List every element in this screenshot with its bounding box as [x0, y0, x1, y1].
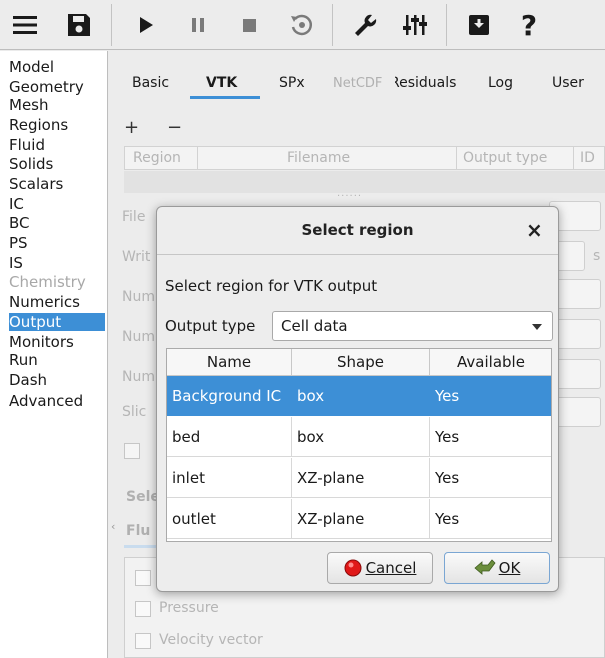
- write-interval-label: Writ: [122, 249, 151, 265]
- active-tab-indicator: [190, 96, 260, 99]
- nav-item-mesh[interactable]: Mesh: [9, 96, 105, 114]
- cancel-button[interactable]: Cancel: [327, 552, 433, 584]
- subtab-fluid[interactable]: Flu: [126, 523, 150, 539]
- nav-item-dash[interactable]: Dash: [9, 371, 105, 389]
- cell-available: Yes: [430, 376, 551, 416]
- nav-item-ps[interactable]: PS: [9, 234, 105, 252]
- svg-text:?: ?: [521, 10, 537, 40]
- cell-available: Yes: [430, 499, 551, 539]
- cell-name: bed: [167, 417, 292, 457]
- velocity-vector-label: Velocity vector: [159, 632, 263, 648]
- header-region: Region: [133, 150, 181, 166]
- column-header-available[interactable]: Available: [430, 349, 551, 376]
- checkbox-top[interactable]: [135, 570, 151, 586]
- dialog-titlebar[interactable]: Select region ×: [157, 207, 558, 255]
- tab-netcdf: NetCDF: [333, 76, 383, 91]
- stop-icon[interactable]: [232, 8, 266, 42]
- output-table-body: [124, 171, 605, 193]
- output-type-select[interactable]: Cell data: [272, 311, 553, 341]
- nav-item-solids[interactable]: Solids: [9, 155, 105, 173]
- pause-icon[interactable]: [181, 8, 215, 42]
- tab-residuals[interactable]: Residuals: [395, 75, 456, 91]
- column-header-shape[interactable]: Shape: [292, 349, 430, 376]
- select-section-label: Sele: [126, 489, 160, 505]
- nav-item-model[interactable]: Model: [9, 58, 105, 76]
- menu-icon[interactable]: [8, 8, 42, 42]
- nav-item-bc[interactable]: BC: [9, 214, 105, 232]
- help-icon[interactable]: ?: [512, 8, 546, 42]
- nav-item-numerics[interactable]: Numerics: [9, 293, 105, 311]
- wrench-icon[interactable]: [348, 8, 382, 42]
- chevron-down-icon: [532, 324, 542, 330]
- select-region-dialog: Select region × Select region for VTK ou…: [156, 206, 559, 592]
- num-label-1: Num: [122, 289, 155, 305]
- nav-item-fluid[interactable]: Fluid: [9, 136, 105, 154]
- cell-name: inlet: [167, 458, 292, 498]
- nav-item-regions[interactable]: Regions: [9, 116, 105, 134]
- nav-item-chemistry: Chemistry: [9, 273, 86, 291]
- cell-shape: XZ-plane: [292, 499, 430, 539]
- velocity-vector-checkbox[interactable]: [135, 633, 151, 649]
- nav-item-output[interactable]: Output: [9, 313, 105, 331]
- column-header-name[interactable]: Name: [167, 349, 292, 376]
- reset-icon[interactable]: [284, 8, 318, 42]
- cell-shape: box: [292, 376, 430, 416]
- cell-shape: XZ-plane: [292, 458, 430, 498]
- output-type-value: Cell data: [281, 317, 348, 335]
- scroll-left-icon[interactable]: ‹: [111, 520, 115, 533]
- nav-item-advanced[interactable]: Advanced: [9, 392, 105, 410]
- archive-icon[interactable]: [462, 8, 496, 42]
- background-checkbox[interactable]: [124, 443, 140, 459]
- cell-name: outlet: [167, 499, 292, 539]
- output-table-header: Region Filename Output type ID: [124, 146, 605, 170]
- tab-basic[interactable]: Basic: [132, 75, 169, 91]
- output-type-label: Output type: [165, 317, 256, 335]
- cell-shape: box: [292, 417, 430, 457]
- nav-item-ic[interactable]: IC: [9, 195, 105, 213]
- tab-spx[interactable]: SPx: [279, 75, 305, 91]
- tab-log[interactable]: Log: [488, 75, 513, 91]
- cell-name: Background IC: [167, 376, 292, 416]
- navigation-sidebar: Model Geometry Mesh Regions Fluid Solids…: [0, 51, 108, 658]
- cancel-label: Cancel: [365, 559, 417, 577]
- pressure-checkbox[interactable]: [135, 601, 151, 617]
- num-label-2: Num: [122, 329, 155, 345]
- sliders-icon[interactable]: [398, 8, 432, 42]
- ok-icon: [474, 559, 496, 575]
- region-table: Name Shape Available Background IC box Y…: [166, 348, 552, 542]
- cell-available: Yes: [430, 417, 551, 457]
- slice-label: Slic: [122, 404, 147, 420]
- tab-vtk[interactable]: VTK: [206, 75, 237, 91]
- splitter-handle[interactable]: ......: [337, 188, 362, 199]
- ok-button[interactable]: OK: [444, 552, 550, 584]
- tab-user[interactable]: User: [552, 75, 584, 91]
- close-icon[interactable]: ×: [526, 218, 543, 242]
- dialog-prompt: Select region for VTK output: [165, 277, 378, 295]
- num-label-3: Num: [122, 369, 155, 385]
- unit-seconds: s: [593, 248, 601, 264]
- nav-item-scalars[interactable]: Scalars: [9, 175, 105, 193]
- header-id: ID: [580, 150, 595, 166]
- toolbar: ?: [0, 0, 605, 50]
- cancel-icon: [344, 559, 362, 577]
- filename-label: File: [122, 209, 146, 225]
- pressure-label: Pressure: [159, 600, 219, 616]
- save-icon[interactable]: [62, 8, 96, 42]
- play-icon[interactable]: [129, 8, 163, 42]
- header-output-type: Output type: [463, 150, 548, 166]
- nav-item-run[interactable]: Run: [9, 351, 105, 369]
- header-filename: Filename: [287, 150, 351, 166]
- remove-button[interactable]: −: [167, 117, 182, 138]
- nav-item-geometry[interactable]: Geometry: [9, 78, 105, 96]
- cell-available: Yes: [430, 458, 551, 498]
- nav-item-is[interactable]: IS: [9, 254, 105, 272]
- add-button[interactable]: +: [124, 117, 139, 138]
- nav-item-monitors[interactable]: Monitors: [9, 333, 105, 351]
- dialog-title: Select region: [301, 221, 414, 239]
- ok-label: OK: [498, 559, 521, 577]
